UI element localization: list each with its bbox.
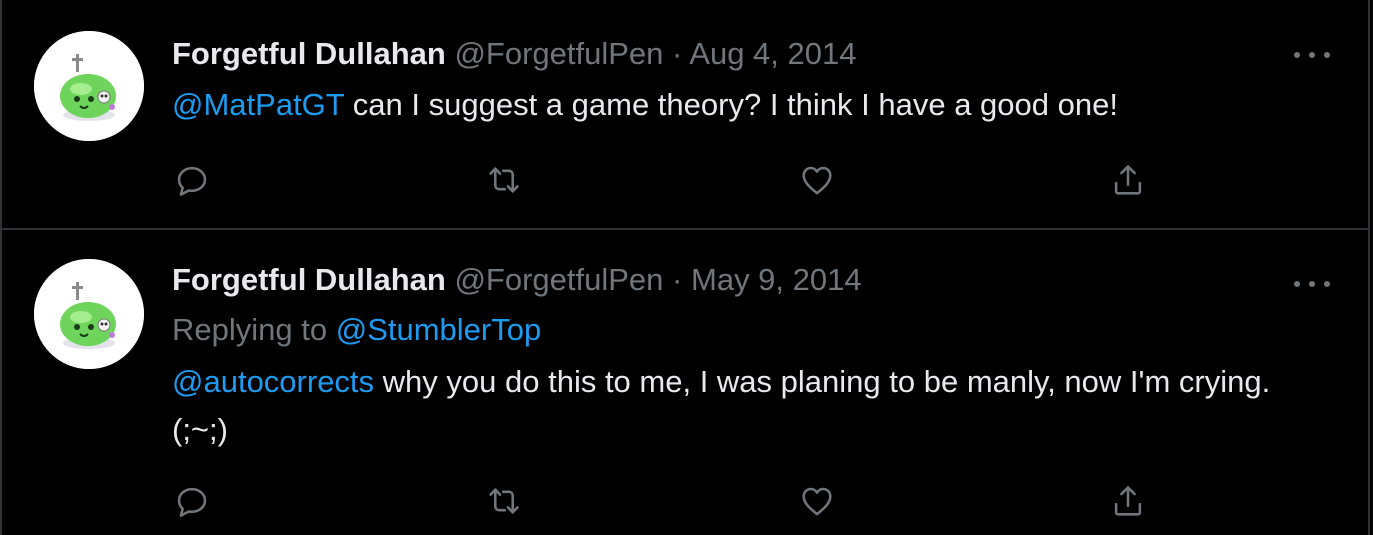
avatar[interactable] xyxy=(34,259,144,369)
retweet-icon xyxy=(489,167,519,193)
tweet-date[interactable]: Aug 4, 2014 xyxy=(689,36,856,71)
tweet-text: @autocorrects why you do this to me, I w… xyxy=(172,358,1302,454)
reply-icon xyxy=(177,166,207,196)
more-dot xyxy=(1309,281,1315,287)
share-icon xyxy=(1114,486,1142,516)
like-button[interactable] xyxy=(797,481,837,521)
mention-link[interactable]: @autocorrects xyxy=(172,364,374,399)
green-slime-avatar-icon xyxy=(34,31,144,141)
more-dot xyxy=(1309,52,1315,58)
heart-icon xyxy=(802,166,832,195)
tweet-text-content: can I suggest a game theory? I think I h… xyxy=(344,87,1118,122)
share-icon xyxy=(1114,165,1142,195)
retweet-button[interactable] xyxy=(484,160,524,200)
avatar[interactable] xyxy=(34,31,144,141)
green-slime-avatar-icon xyxy=(34,259,144,369)
more-options-icon[interactable] xyxy=(1294,45,1330,65)
heart-icon xyxy=(802,487,832,516)
separator: · xyxy=(672,262,683,297)
share-button[interactable] xyxy=(1108,160,1148,200)
share-button[interactable] xyxy=(1108,481,1148,521)
tweet[interactable]: Forgetful Dullahan @ForgetfulPen · May 9… xyxy=(2,230,1368,535)
replying-to-link[interactable]: @StumblerTop xyxy=(336,312,542,347)
more-dot xyxy=(1324,52,1330,58)
separator: · xyxy=(672,36,683,71)
tweet-actions xyxy=(172,160,1152,200)
retweet-icon xyxy=(489,488,519,514)
author-name[interactable]: Forgetful Dullahan xyxy=(172,36,446,71)
tweet-header: Forgetful Dullahan @ForgetfulPen · Aug 4… xyxy=(172,34,856,74)
timeline: Forgetful Dullahan @ForgetfulPen · Aug 4… xyxy=(0,0,1370,535)
more-dot xyxy=(1294,52,1300,58)
tweet-actions xyxy=(172,481,1152,521)
reply-button[interactable] xyxy=(172,481,212,521)
more-dot xyxy=(1294,281,1300,287)
replying-to-label: Replying to xyxy=(172,312,336,347)
replying-to: Replying to @StumblerTop xyxy=(172,310,541,350)
author-name[interactable]: Forgetful Dullahan xyxy=(172,262,446,297)
more-options-icon[interactable] xyxy=(1294,274,1330,294)
mention-link[interactable]: @MatPatGT xyxy=(172,87,344,122)
like-button[interactable] xyxy=(797,160,837,200)
reply-button[interactable] xyxy=(172,160,212,200)
more-dot xyxy=(1324,281,1330,287)
tweet-text: @MatPatGT can I suggest a game theory? I… xyxy=(172,81,1302,129)
reply-icon xyxy=(177,487,207,517)
retweet-button[interactable] xyxy=(484,481,524,521)
tweet-header: Forgetful Dullahan @ForgetfulPen · May 9… xyxy=(172,260,862,300)
author-handle[interactable]: @ForgetfulPen xyxy=(454,36,663,71)
tweet[interactable]: Forgetful Dullahan @ForgetfulPen · Aug 4… xyxy=(2,0,1368,230)
tweet-date[interactable]: May 9, 2014 xyxy=(691,262,862,297)
author-handle[interactable]: @ForgetfulPen xyxy=(454,262,663,297)
